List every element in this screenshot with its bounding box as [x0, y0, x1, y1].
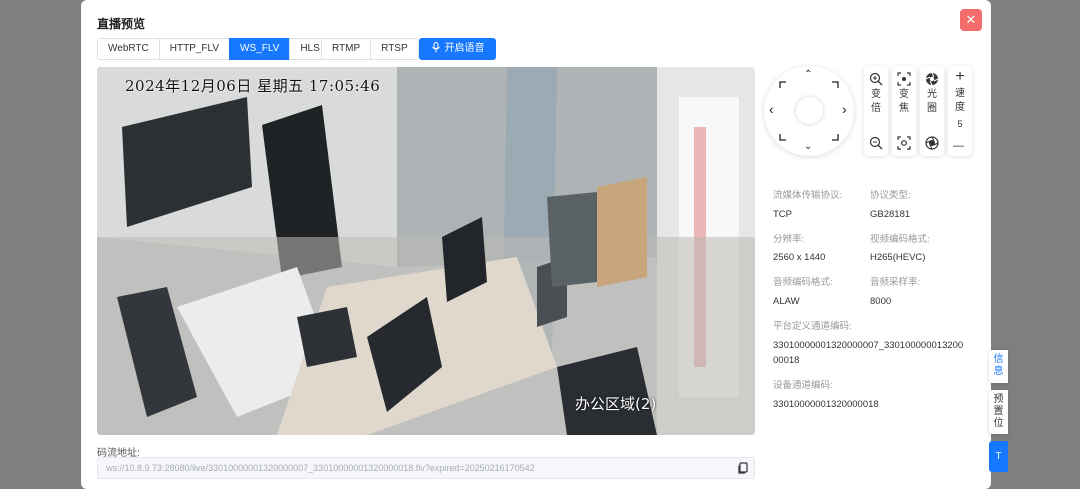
protocol-button-webrtc[interactable]: WebRTC	[97, 38, 160, 60]
info-resolution-key: 分辨率:	[773, 234, 805, 245]
protocol-button-rtmp[interactable]: RTMP	[321, 38, 372, 60]
focus-far-icon[interactable]	[897, 136, 911, 150]
iris-close-icon[interactable]	[925, 136, 939, 150]
speed-decrease-button[interactable]: —	[953, 140, 964, 152]
close-icon: ✕	[965, 12, 977, 27]
copy-icon[interactable]	[736, 461, 750, 475]
zoom-in-icon[interactable]	[869, 72, 883, 86]
ptz-up-right-button[interactable]	[831, 81, 839, 89]
zoom-control: 变倍	[864, 66, 888, 156]
stream-url-value: ws://10.8.9.73:28080/live/33010000001320…	[106, 463, 535, 473]
voice-button-label: 开启语音	[444, 43, 485, 54]
ptz-down-right-button[interactable]	[831, 133, 839, 141]
info-audio-codec-value: ALAW	[773, 296, 800, 307]
focus-control: 变焦	[892, 66, 916, 156]
focus-label: 变焦	[899, 89, 909, 114]
side-tab-info-label: 信息	[993, 354, 1004, 377]
video-osd-area-label: 办公区域(2)	[575, 395, 657, 413]
zoom-label: 变倍	[871, 89, 881, 114]
speed-control: + 速度 5 —	[948, 66, 972, 156]
back-to-top-button[interactable]: T	[989, 441, 1008, 472]
iris-open-icon[interactable]	[925, 72, 939, 86]
info-protocol-value: TCP	[773, 209, 792, 220]
info-sample-rate-value: 8000	[870, 296, 892, 307]
side-tab-preset-label: 预置位	[993, 394, 1004, 429]
info-sample-rate-key: 音频采样率:	[870, 277, 921, 288]
close-button[interactable]: ✕	[960, 9, 982, 31]
info-protocol-key: 流媒体传输协议:	[773, 190, 843, 201]
ptz-up-button[interactable]: ⌃	[804, 70, 812, 80]
ptz-up-left-button[interactable]	[779, 81, 787, 89]
zoom-out-icon[interactable]	[869, 136, 883, 150]
ptz-left-button[interactable]: ‹	[769, 102, 774, 116]
info-platform-channel-value-line2: 00018	[773, 355, 800, 366]
info-platform-channel-value-line1: 33010000001320000007_330100000013200	[773, 340, 964, 351]
video-player[interactable]: 2024年12月06日 星期五 17:05:46 办公区域(2)	[97, 67, 755, 435]
ptz-down-left-button[interactable]	[779, 133, 787, 141]
microphone-icon	[431, 42, 440, 53]
speed-increase-button[interactable]: +	[948, 69, 972, 85]
info-type-value: GB28181	[870, 209, 911, 220]
camera-feed-image	[97, 67, 755, 435]
dialog-title: 直播预览	[97, 17, 146, 31]
info-device-channel-key: 设备通道编码:	[773, 380, 833, 391]
info-video-codec-key: 视频编码格式:	[870, 234, 930, 245]
protocol-group-primary: WebRTC HTTP_FLV WS_FLV HLS	[97, 38, 331, 60]
live-preview-dialog: 直播预览 ✕ WebRTC HTTP_FLV WS_FLV HLS RTMP R…	[81, 0, 991, 489]
side-tab-preset[interactable]: 预置位	[989, 390, 1008, 434]
ptz-control-pad: ⌃ ⌄ ‹ ›	[764, 66, 854, 156]
side-tab-info[interactable]: 信息	[989, 350, 1008, 383]
iris-label: 光圈	[927, 89, 937, 114]
speed-label: 速度	[955, 88, 965, 113]
protocol-button-ws-flv[interactable]: WS_FLV	[229, 38, 291, 60]
info-platform-channel-key: 平台定义通道编码:	[773, 321, 852, 332]
protocol-button-rtsp[interactable]: RTSP	[370, 38, 419, 60]
info-resolution-value: 2560 x 1440	[773, 252, 826, 263]
info-video-codec-value: H265(HEVC)	[870, 252, 926, 263]
info-type-key: 协议类型:	[870, 190, 911, 201]
ptz-center-button[interactable]	[796, 97, 823, 124]
ptz-right-button[interactable]: ›	[842, 102, 847, 116]
protocol-group-secondary: RTMP RTSP	[321, 38, 419, 60]
iris-control: 光圈	[920, 66, 944, 156]
focus-near-icon[interactable]	[897, 72, 911, 86]
speed-value: 5	[957, 119, 963, 129]
back-to-top-icon: T	[995, 451, 1002, 462]
ptz-down-button[interactable]: ⌄	[804, 142, 812, 152]
info-audio-codec-key: 音频编码格式:	[773, 277, 833, 288]
protocol-button-http-flv[interactable]: HTTP_FLV	[158, 38, 231, 60]
info-device-channel-value: 33010000001320000018	[773, 399, 879, 410]
stream-url-field[interactable]: ws://10.8.9.73:28080/live/33010000001320…	[97, 457, 755, 479]
video-osd-datetime: 2024年12月06日 星期五 17:05:46	[125, 77, 381, 95]
voice-button[interactable]: 开启语音	[419, 38, 496, 60]
